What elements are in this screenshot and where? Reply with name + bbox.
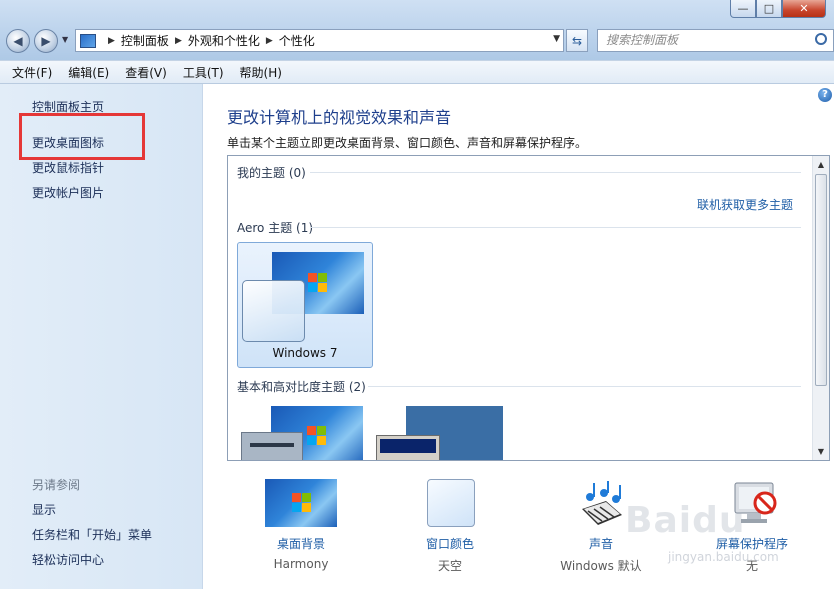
minimize-button[interactable]: — [730,0,756,18]
control-panel-icon [80,33,96,48]
forward-button[interactable]: ▶ [34,29,58,53]
see-also-taskbar[interactable]: 任务栏和「开始」菜单 [32,526,152,543]
highlight-annotation-box [19,113,145,160]
basic-themes-heading: 基本和高对比度主题 (2) [237,380,366,394]
refresh-icon: ⇆ [571,33,583,48]
breadcrumb-separator-icon[interactable]: ▶ [266,36,273,46]
see-also-ease-of-access[interactable]: 轻松访问中心 [32,551,104,568]
see-also-display[interactable]: 显示 [32,501,56,518]
page-title: 更改计算机上的视觉效果和声音 [227,108,452,127]
window-color-icon [427,479,475,527]
page-description: 单击某个主题立即更改桌面背景、窗口颜色、声音和屏幕保护程序。 [227,136,588,150]
baidu-watermark: Baidu [625,500,746,541]
desktop-background-value: Harmony [273,557,329,571]
address-bar[interactable]: ▶ 控制面板 ▶ 外观和个性化 ▶ 个性化 ▼ [75,29,564,52]
help-icon[interactable]: ? [818,88,832,102]
desktop-background-label[interactable]: 桌面背景 [236,535,366,552]
breadcrumb-personalization[interactable]: 个性化 [279,32,315,49]
forward-arrow-icon: ▶ [41,34,51,48]
menu-file[interactable]: 文件(F) [12,64,52,81]
divider [310,172,801,173]
recent-pages-dropdown[interactable]: ▼ [62,35,68,44]
windows-logo-icon [308,273,328,293]
breadcrumb-appearance[interactable]: 外观和个性化 [188,32,260,49]
my-themes-heading: 我的主题 (0) [237,166,306,180]
baidu-watermark-url: jingyan.baidu.com [668,550,779,564]
scroll-up-icon[interactable]: ▲ [813,156,829,173]
theme-list[interactable]: 我的主题 (0) 联机获取更多主题 Aero 主题 (1) Windows 7 … [227,155,830,461]
window-color-label[interactable]: 窗口颜色 [385,535,515,552]
divider [310,227,801,228]
scroll-thumb[interactable] [815,174,827,386]
get-more-themes-link[interactable]: 联机获取更多主题 [697,196,793,213]
search-icon[interactable] [815,33,827,45]
theme-name: Windows 7 [272,346,338,360]
window-color-value: 天空 [437,559,462,573]
search-placeholder: 搜索控制面板 [606,33,679,47]
theme-basic[interactable] [237,406,377,460]
menu-bar: 文件(F) 编辑(E) 查看(V) 工具(T) 帮助(H) [0,60,834,84]
window-color-preview [376,435,440,460]
scroll-down-icon[interactable]: ▼ [813,443,829,460]
menu-edit[interactable]: 编辑(E) [68,64,109,81]
sidebar-item-account-picture[interactable]: 更改帐户图片 [32,184,104,201]
back-button[interactable]: ◀ [6,29,30,53]
menu-help[interactable]: 帮助(H) [240,64,282,81]
maximize-button[interactable]: □ [756,0,782,18]
windows-logo-icon [307,426,327,446]
address-dropdown-icon[interactable]: ▼ [553,34,560,44]
close-button[interactable]: ✕ [782,0,826,18]
theme-classic[interactable] [376,406,506,460]
breadcrumb-separator-icon[interactable]: ▶ [108,36,115,46]
theme-windows7[interactable]: Windows 7 [237,242,373,368]
aero-themes-heading: Aero 主题 (1) [237,221,314,235]
window-controls: — □ ✕ [730,0,826,18]
menu-tools[interactable]: 工具(T) [183,64,224,81]
refresh-button[interactable]: ⇆ [566,29,588,52]
back-arrow-icon: ◀ [13,34,23,48]
windows-logo-icon [292,493,312,513]
divider [368,386,801,387]
sounds-icon [582,481,622,525]
theme-list-scrollbar[interactable]: ▲ ▼ [812,156,829,460]
search-input[interactable]: 搜索控制面板 [597,29,834,52]
sounds-value: Windows 默认 [560,559,642,573]
breadcrumb-separator-icon[interactable]: ▶ [175,36,182,46]
window-color-preview [242,280,305,342]
see-also-heading: 另请参阅 [32,478,81,492]
breadcrumb-control-panel[interactable]: 控制面板 [121,32,169,49]
title-bar: — □ ✕ ◀ ▶ ▼ ▶ 控制面板 ▶ 外观和个性化 ▶ 个性化 ▼ ⇆ 搜索… [0,0,834,60]
sidebar-item-mouse-pointer[interactable]: 更改鼠标指针 [32,159,104,176]
menu-view[interactable]: 查看(V) [125,64,167,81]
window-color-preview [241,432,303,460]
